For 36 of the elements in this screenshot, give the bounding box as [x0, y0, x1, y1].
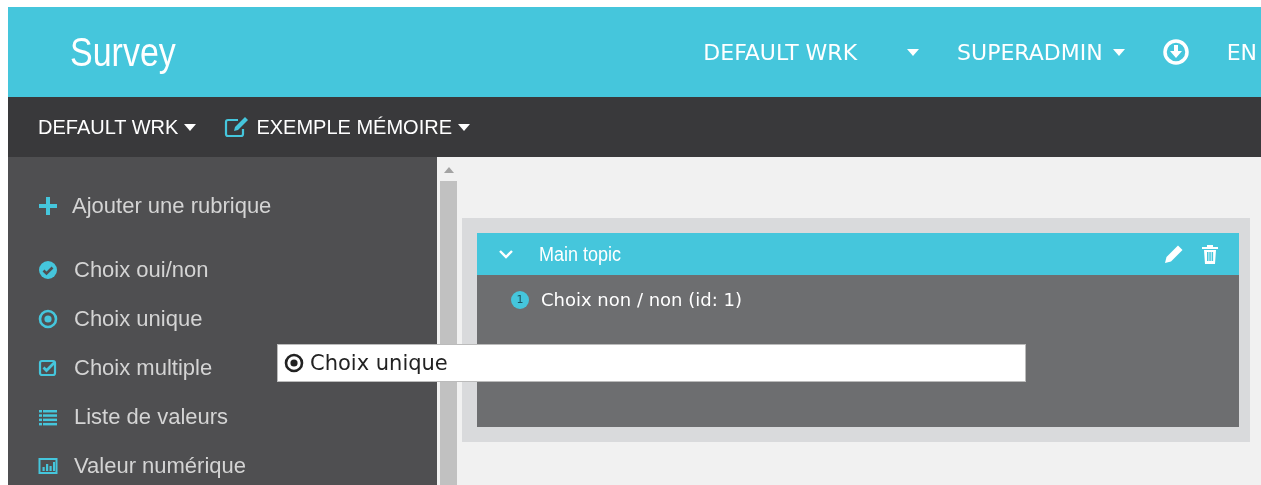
- trash-icon[interactable]: [1199, 243, 1221, 265]
- question-type-label: Liste de valeurs: [74, 403, 229, 430]
- question-type-item[interactable]: Liste de valeurs: [38, 392, 229, 441]
- bar-chart-icon: [38, 455, 58, 476]
- topic-title: Main topic: [539, 242, 622, 266]
- question-type-label: Choix unique: [74, 305, 203, 332]
- radio-dot-icon: [38, 308, 58, 329]
- caret-icon: [1112, 48, 1125, 56]
- question-type-label: Valeur numérique: [74, 452, 247, 479]
- app-title: Survey: [70, 29, 176, 75]
- download-icon[interactable]: [1162, 39, 1189, 65]
- add-section-label: Ajouter une rubrique: [72, 192, 272, 219]
- question-type-label: Choix oui/non: [74, 256, 209, 283]
- drag-ghost-label: Choix unique: [310, 351, 448, 375]
- caret-icon: [184, 123, 197, 131]
- pencil-icon[interactable]: [1163, 243, 1185, 265]
- check-circle-icon: [38, 259, 58, 280]
- scroll-up-icon[interactable]: [443, 167, 454, 173]
- radio-dot-icon: [284, 353, 304, 373]
- checkbox-icon: [38, 357, 58, 378]
- question-type-item[interactable]: Choix unique: [38, 294, 203, 343]
- breadcrumb-menu[interactable]: EXEMPLE MÉMOIRE: [224, 115, 470, 139]
- chevron-icon[interactable]: [499, 249, 513, 259]
- plus-icon: [38, 195, 58, 216]
- question-type-label: Choix multiple: [74, 354, 213, 381]
- number-badge: 1: [511, 290, 529, 309]
- question-type-item[interactable]: Choix oui/non: [38, 245, 209, 294]
- caret-icon: [907, 48, 920, 56]
- question-label[interactable]: Choix non / non (id: 1): [541, 289, 742, 310]
- question-type-item[interactable]: Valeur numérique: [38, 441, 247, 485]
- breadcrumb-label: EXEMPLE MÉMOIRE: [256, 115, 452, 139]
- edit-icon: [224, 116, 251, 138]
- nav-label: DEFAULT WRK: [703, 39, 858, 65]
- caret-icon: [458, 123, 470, 131]
- question-type-item[interactable]: Choix multiple: [38, 343, 213, 392]
- add-section-button[interactable]: Ajouter une rubrique: [38, 181, 272, 230]
